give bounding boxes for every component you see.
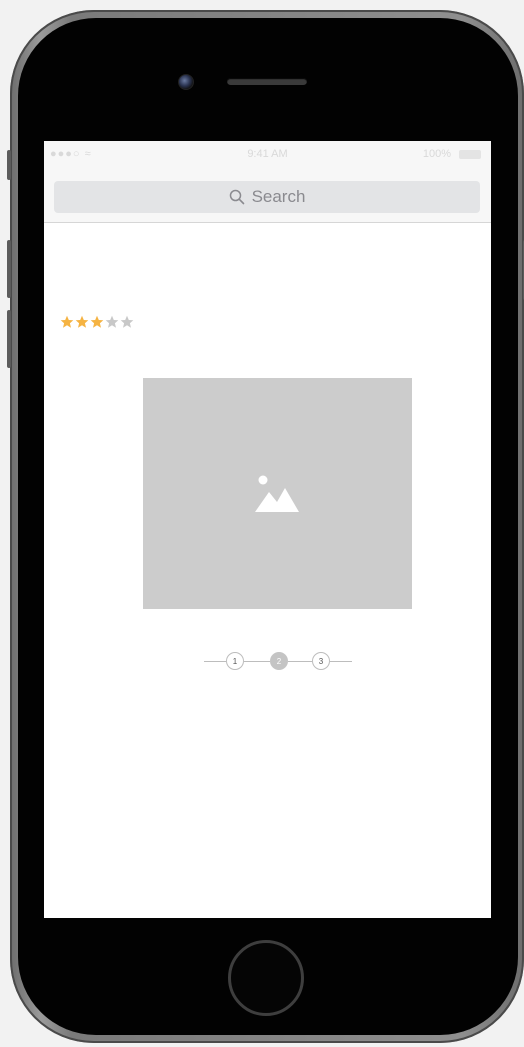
star-filled-icon[interactable] — [75, 315, 89, 329]
star-empty-icon[interactable] — [120, 315, 134, 329]
search-bar: Search — [44, 167, 491, 223]
star-rating[interactable] — [60, 315, 134, 329]
volume-up-button — [7, 240, 11, 298]
speaker-grille — [227, 78, 307, 85]
canvas: ●●●○ ≈ 9:41 AM 100% Search 1 2 3 — [0, 0, 524, 1047]
status-bar: ●●●○ ≈ 9:41 AM 100% — [44, 141, 491, 167]
star-empty-icon[interactable] — [105, 315, 119, 329]
image-placeholder — [143, 378, 412, 609]
search-placeholder: Search — [251, 187, 306, 206]
step-1[interactable]: 1 — [226, 652, 244, 670]
battery-icon — [459, 150, 481, 159]
camera-icon — [178, 74, 194, 90]
step-2[interactable]: 2 — [270, 652, 288, 670]
volume-down-button — [7, 310, 11, 368]
star-filled-icon[interactable] — [90, 315, 104, 329]
search-icon — [229, 189, 244, 205]
stepper-connector — [244, 661, 270, 662]
star-filled-icon[interactable] — [60, 315, 74, 329]
phone-screen: ●●●○ ≈ 9:41 AM 100% Search 1 2 3 — [44, 141, 491, 918]
stepper-connector — [204, 661, 226, 662]
page-stepper: 1 2 3 — [204, 651, 352, 673]
stepper-connector — [330, 661, 352, 662]
home-button[interactable] — [228, 940, 304, 1016]
battery-percent: 100% — [422, 148, 451, 160]
search-input[interactable]: Search — [54, 181, 480, 213]
stepper-connector — [288, 661, 312, 662]
image-icon — [255, 475, 299, 512]
step-3[interactable]: 3 — [312, 652, 330, 670]
mute-switch — [7, 150, 11, 180]
